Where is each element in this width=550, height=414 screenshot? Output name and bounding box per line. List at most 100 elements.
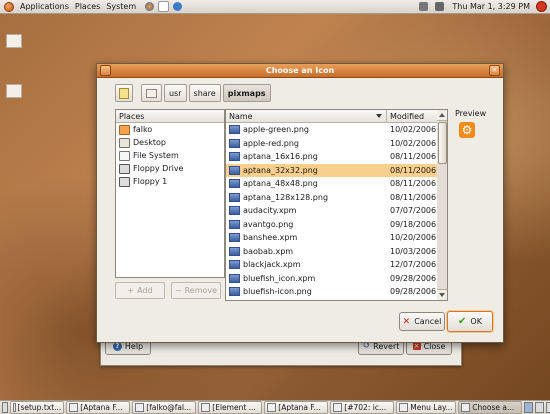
file-list-scrollbar[interactable] [437,109,448,301]
path-button-pixmaps[interactable]: pixmaps [222,84,271,102]
file-modified-date: 07/07/2006 [390,206,437,216]
window-icon [461,403,471,412]
dialog-titlebar[interactable]: Choose an Icon × [97,64,503,78]
place-label: Desktop [133,138,166,147]
image-file-icon [229,219,240,229]
add-place-button[interactable]: + Add [115,282,165,299]
show-desktop-icon[interactable] [2,402,9,413]
file-row[interactable]: banshee.xpm 10/20/2006 [226,231,438,245]
help-launcher-icon[interactable] [173,2,183,11]
file-row[interactable]: aptana_128x128.png 08/11/2006 [226,191,438,205]
desktop-icon [119,137,130,148]
firefox-launcher-icon[interactable] [145,2,155,11]
file-row[interactable]: bluefish-icon.png 09/28/2006 [226,285,438,299]
file-modified-date: 10/03/2006 [390,246,437,256]
file-row[interactable]: baobab.xpm 10/03/2006 [226,245,438,259]
ubuntu-logo-icon [4,1,14,12]
ok-button[interactable]: ✔ OK [447,311,493,332]
top-panel: Applications Places System Thu Mar 1, 3:… [0,0,550,14]
desktop-file-icon[interactable] [6,84,22,98]
desktop-file-icon[interactable] [6,34,22,48]
file-name: aptana_48x48.png [243,179,318,189]
file-row[interactable]: bluefish_icon.xpm 09/28/2006 [226,272,438,286]
taskbar-button[interactable]: [Aptana F... [66,401,131,414]
taskbar-button[interactable]: [Aptana F... [264,401,329,414]
window-icon [399,403,409,412]
file-name: aptana_16x16.png [243,152,318,162]
image-file-icon [229,152,240,162]
file-row[interactable]: aptana_32x32.png 08/11/2006 [226,163,438,177]
place-item-desktop[interactable]: Desktop [116,136,224,149]
workspace-1[interactable] [524,402,533,413]
taskbar-button[interactable]: [#702: ic... [330,401,395,414]
file-row[interactable]: blackjack.xpm 12/07/2006 [226,258,438,272]
file-name: bluefish_icon.xpm [243,273,316,283]
place-item-floppy-drive[interactable]: Floppy Drive [116,162,224,175]
scroll-thumb[interactable] [438,122,447,164]
taskbar-button[interactable]: [falko@fal... [132,401,197,414]
file-name: baobab.xpm [243,246,294,256]
taskbar-label: [#702: ic... [344,403,387,412]
taskbar-button[interactable]: Choose a... [458,401,523,414]
modified-column-header[interactable]: Modified [387,112,424,121]
image-file-icon [229,192,240,202]
volume-icon[interactable] [435,2,445,11]
image-file-icon [229,138,240,148]
place-item-home[interactable]: falko [116,123,224,136]
file-row[interactable]: audacity.xpm 07/07/2006 [226,204,438,218]
close-window-icon[interactable]: × [489,65,500,76]
image-file-icon [229,206,240,216]
network-icon[interactable] [419,2,429,11]
taskbar-label: [Aptana F... [278,403,321,412]
path-button-usr[interactable]: usr [164,84,187,102]
place-item-floppy-1[interactable]: Floppy 1 [116,175,224,188]
mail-launcher-icon[interactable] [158,1,170,12]
file-name: apple-red.png [243,138,299,148]
main-menu: Applications Places System [0,0,143,13]
path-button-share[interactable]: share [188,84,221,102]
window-menu-icon[interactable] [100,65,111,76]
system-menu[interactable]: System [103,2,139,11]
name-column-header[interactable]: Name [226,110,387,122]
trash-icon[interactable] [545,402,550,413]
taskbar-button[interactable]: [Element ... [198,401,263,414]
place-item-filesystem[interactable]: File System [116,149,224,162]
file-name: apple-green.png [243,125,309,135]
file-row[interactable]: avantgo.png 09/18/2006 [226,218,438,232]
file-modified-date: 09/18/2006 [390,219,437,229]
clock[interactable]: Thu Mar 1, 3:29 PM [449,2,533,11]
choose-icon-dialog: Choose an Icon × usr share pixmaps Place… [96,63,504,343]
file-row[interactable]: aptana_48x48.png 08/11/2006 [226,177,438,191]
file-modified-date: 09/28/2006 [390,287,437,297]
drive-icon [146,88,157,98]
file-modified-date: 10/20/2006 [390,233,437,243]
edit-icon [119,87,129,99]
power-icon[interactable] [536,1,547,12]
path-bar: usr share pixmaps [115,84,271,102]
file-row[interactable]: apple-red.png 10/02/2006 [226,137,438,151]
taskbar-button[interactable]: Menu Lay... [396,401,457,414]
image-file-icon [229,125,240,135]
window-icon [333,403,343,412]
file-row[interactable]: apple-green.png 10/02/2006 [226,123,438,137]
taskbar-button[interactable]: [setup.txt... [10,401,65,414]
file-name: aptana_128x128.png [243,192,329,202]
floppy-icon [119,176,130,187]
scroll-up-button[interactable] [437,110,447,121]
workspace-2[interactable] [535,402,544,413]
checkmark-icon: ✔ [458,316,467,327]
places-header[interactable]: Places [116,110,224,123]
file-name-cell: audacity.xpm [226,206,386,216]
places-menu[interactable]: Places [72,2,103,11]
file-row[interactable]: aptana_16x16.png 08/11/2006 [226,150,438,164]
path-root-button[interactable] [141,84,162,102]
scroll-down-button[interactable] [437,289,447,300]
applications-menu[interactable]: Applications [17,2,72,11]
cancel-button[interactable]: ✕ Cancel [399,312,445,331]
file-name-cell: banshee.xpm [226,233,386,243]
image-file-icon [229,273,240,283]
window-icon [135,403,145,412]
dialog-title: Choose an Icon [265,66,335,75]
type-location-button[interactable] [115,84,133,102]
remove-place-button[interactable]: − Remove [171,282,221,299]
